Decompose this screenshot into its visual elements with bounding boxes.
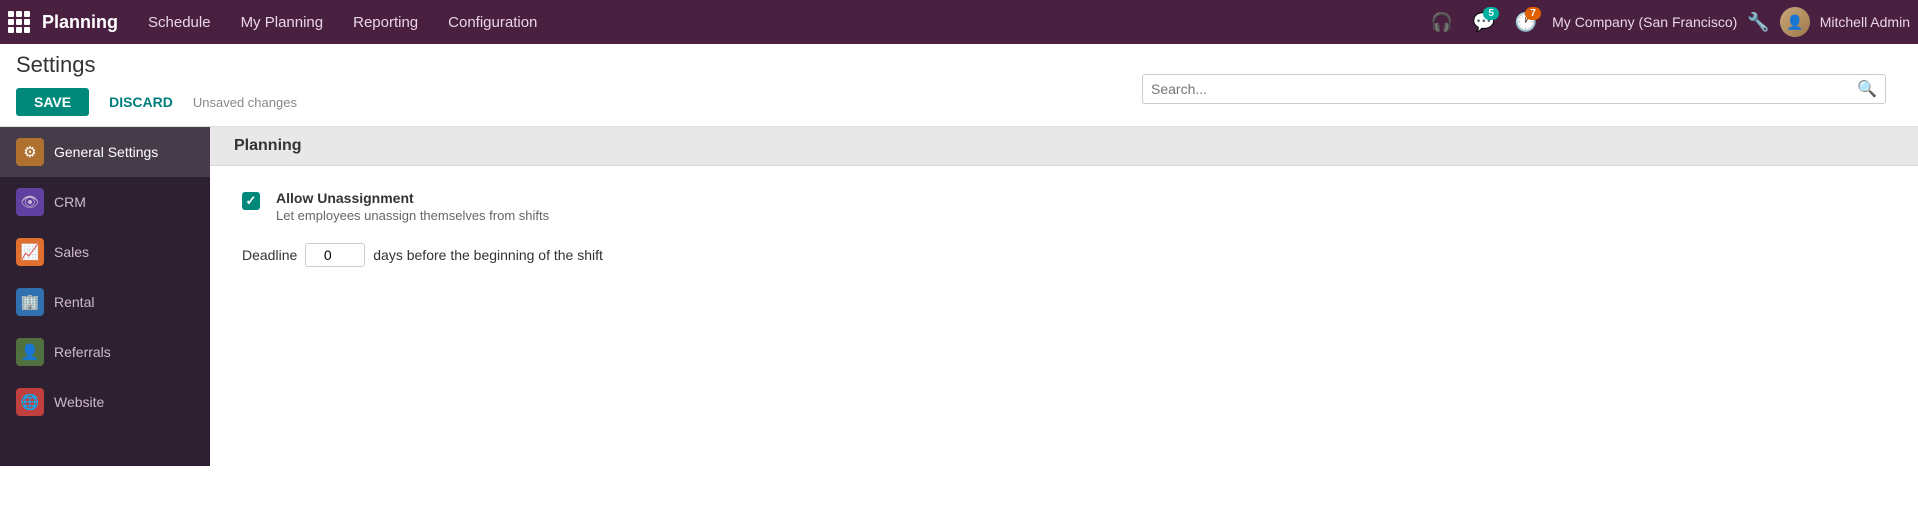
deadline-input[interactable] <box>305 243 365 267</box>
sidebar-label-rental: Rental <box>54 294 94 310</box>
activity-button[interactable]: 🕐 7 <box>1510 6 1542 38</box>
website-icon: 🌐 <box>16 388 44 416</box>
sales-icon: 📈 <box>16 238 44 266</box>
company-selector[interactable]: My Company (San Francisco) <box>1552 14 1737 30</box>
allow-unassignment-text: Allow Unassignment Let employees unassig… <box>276 190 549 223</box>
save-button[interactable]: SAVE <box>16 88 89 116</box>
activity-badge: 7 <box>1525 7 1541 20</box>
page-header: Settings SAVE DISCARD Unsaved changes 🔍 <box>0 44 1918 127</box>
user-avatar[interactable]: 👤 <box>1780 7 1810 37</box>
nav-reporting[interactable]: Reporting <box>339 8 432 37</box>
avatar-image: 👤 <box>1780 7 1810 37</box>
sidebar-label-crm: CRM <box>54 194 86 210</box>
allow-unassignment-setting: ✓ Allow Unassignment Let employees unass… <box>242 190 1886 223</box>
sidebar: ⚙ General Settings 👁 CRM 📈 Sales 🏢 Renta… <box>0 127 210 466</box>
section-title: Planning <box>234 137 302 154</box>
page-title: Settings <box>16 52 1142 78</box>
search-bar: 🔍 <box>1142 74 1886 104</box>
sidebar-label-sales: Sales <box>54 244 89 260</box>
nav-items: Schedule My Planning Reporting Configura… <box>134 8 1426 37</box>
section-header: Planning <box>210 127 1918 166</box>
deadline-label: Deadline <box>242 247 297 263</box>
sidebar-item-website[interactable]: 🌐 Website <box>0 377 210 427</box>
main-body: ⚙ General Settings 👁 CRM 📈 Sales 🏢 Renta… <box>0 127 1918 466</box>
chat-badge: 5 <box>1483 7 1499 20</box>
discard-button[interactable]: DISCARD <box>99 88 183 116</box>
sidebar-item-referrals[interactable]: 👤 Referrals <box>0 327 210 377</box>
app-name: Planning <box>42 12 118 33</box>
deadline-row: Deadline days before the beginning of th… <box>242 243 1886 267</box>
referrals-icon: 👤 <box>16 338 44 366</box>
nav-configuration[interactable]: Configuration <box>434 8 551 37</box>
sidebar-item-rental[interactable]: 🏢 Rental <box>0 277 210 327</box>
allow-unassignment-checkbox[interactable]: ✓ <box>242 192 260 210</box>
grid-icon <box>8 11 30 33</box>
general-settings-icon: ⚙ <box>16 138 44 166</box>
top-navigation: Planning Schedule My Planning Reporting … <box>0 0 1918 44</box>
unsaved-changes-label: Unsaved changes <box>193 95 297 110</box>
tools-icon[interactable]: 🔧 <box>1747 12 1769 33</box>
allow-unassignment-checkbox-area: ✓ <box>242 192 260 210</box>
app-logo[interactable]: Planning <box>8 11 118 33</box>
allow-unassignment-description: Let employees unassign themselves from s… <box>276 208 549 223</box>
deadline-suffix: days before the beginning of the shift <box>373 247 603 263</box>
topnav-right: 🎧 💬 5 🕐 7 My Company (San Francisco) 🔧 👤… <box>1426 6 1910 38</box>
sidebar-item-sales[interactable]: 📈 Sales <box>0 227 210 277</box>
sidebar-label-website: Website <box>54 394 104 410</box>
sidebar-label-general-settings: General Settings <box>54 144 158 160</box>
search-icon: 🔍 <box>1857 79 1877 99</box>
sidebar-label-referrals: Referrals <box>54 344 111 360</box>
allow-unassignment-label: Allow Unassignment <box>276 190 549 206</box>
headset-icon: 🎧 <box>1431 12 1453 33</box>
username[interactable]: Mitchell Admin <box>1820 14 1910 30</box>
support-button[interactable]: 🎧 <box>1426 6 1458 38</box>
nav-schedule[interactable]: Schedule <box>134 8 225 37</box>
nav-my-planning[interactable]: My Planning <box>227 8 338 37</box>
content-body: ✓ Allow Unassignment Let employees unass… <box>210 166 1918 466</box>
checkmark-icon: ✓ <box>246 193 257 209</box>
search-input[interactable] <box>1151 81 1857 97</box>
sidebar-item-crm[interactable]: 👁 CRM <box>0 177 210 227</box>
sidebar-item-general-settings[interactable]: ⚙ General Settings <box>0 127 210 177</box>
content-area: Planning ✓ Allow Unassignment Let employ… <box>210 127 1918 466</box>
rental-icon: 🏢 <box>16 288 44 316</box>
chat-button[interactable]: 💬 5 <box>1468 6 1500 38</box>
page-toolbar: SAVE DISCARD Unsaved changes <box>16 88 1142 126</box>
crm-icon: 👁 <box>16 188 44 216</box>
